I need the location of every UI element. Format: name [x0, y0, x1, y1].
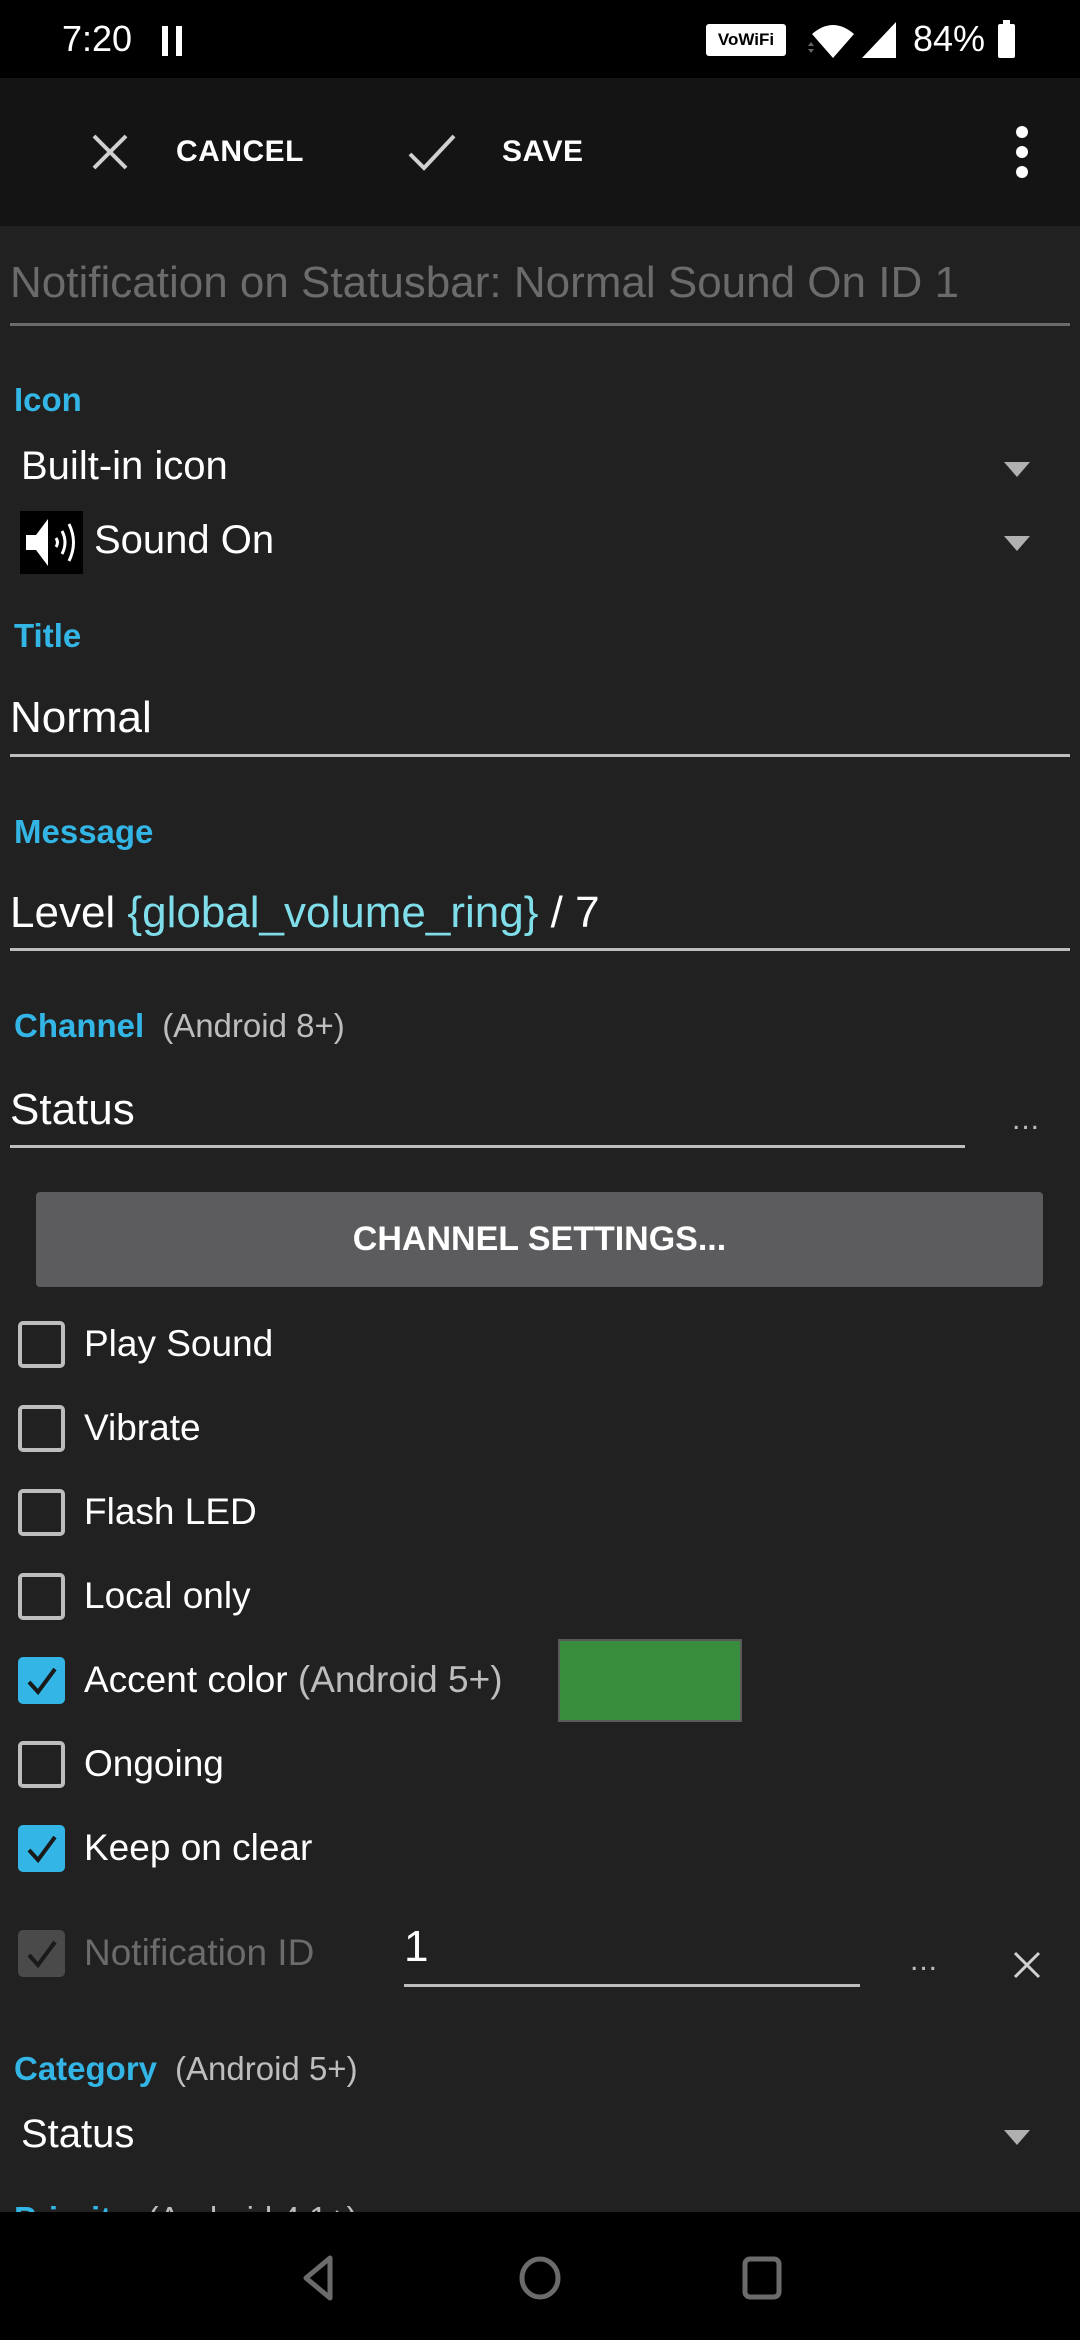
check-icon [27, 1667, 57, 1695]
pause-icon [162, 26, 184, 56]
accent-sublabel: (Android 5+) [297, 1659, 503, 1700]
task-name-input[interactable]: Notification on Statusbar: Normal Sound … [10, 258, 959, 308]
checkbox-notification-id[interactable]: Notification ID [18, 1923, 314, 1983]
category-sublabel: (Android 5+) [175, 2050, 358, 2087]
notification-id-more-button[interactable]: ... [910, 1944, 938, 1978]
name-underline [10, 323, 1070, 326]
category-label-text: Category [14, 2050, 158, 2087]
title-input[interactable]: Normal [10, 693, 152, 743]
channel-label-text: Channel [14, 1007, 145, 1044]
category-spinner[interactable]: Status [0, 2108, 1080, 2164]
save-button[interactable]: SAVE [408, 78, 583, 226]
recents-button[interactable] [734, 2250, 790, 2306]
message-section-label: Message [14, 813, 154, 850]
checkbox-box-checked[interactable] [18, 1824, 65, 1872]
checkbox-label: Notification ID [84, 1932, 315, 1973]
icon-select-spinner[interactable]: Sound On [0, 510, 1080, 576]
wifi-icon [806, 22, 860, 58]
back-icon [303, 2255, 333, 2301]
checkbox-box-checked[interactable] [18, 1656, 65, 1704]
battery-icon [998, 20, 1015, 58]
home-button[interactable] [512, 2250, 568, 2306]
title-section-label: Title [14, 617, 82, 654]
checkbox-box[interactable] [18, 1740, 65, 1788]
back-button[interactable] [292, 2250, 348, 2306]
checkbox-box[interactable] [18, 1320, 65, 1368]
clear-notification-id-button[interactable] [1012, 1950, 1042, 1980]
checkbox-box[interactable] [18, 1488, 65, 1536]
checkbox-play-sound[interactable]: Play Sound [18, 1314, 273, 1374]
checkbox-flash-led[interactable]: Flash LED [18, 1482, 257, 1542]
notification-id-underline [404, 1984, 860, 1987]
channel-section-label: Channel (Android 8+) [14, 1007, 345, 1045]
save-label: SAVE [502, 135, 584, 168]
check-icon [27, 1940, 57, 1968]
title-underline [10, 754, 1070, 757]
channel-settings-button[interactable]: CHANNEL SETTINGS... [36, 1192, 1043, 1287]
checkbox-label: Play Sound [84, 1323, 274, 1364]
navigation-bar [0, 2212, 1080, 2340]
icon-section-label: Icon [14, 381, 82, 418]
dropdown-caret-icon [1004, 2130, 1030, 2145]
dropdown-caret-icon [1004, 536, 1030, 551]
channel-more-button[interactable]: ... [1012, 1103, 1040, 1137]
cell-signal-icon [862, 22, 896, 58]
category-section-label: Category (Android 5+) [14, 2050, 358, 2088]
channel-input[interactable]: Status [10, 1085, 135, 1135]
checkbox-box[interactable] [18, 1404, 65, 1452]
vowifi-icon: VoWiFi [706, 24, 786, 56]
checkbox-label: Accent color (Android 5+) [84, 1659, 503, 1701]
recents-icon [742, 2256, 782, 2300]
checkbox-box-disabled[interactable] [18, 1929, 65, 1977]
checkbox-label: Ongoing [84, 1743, 224, 1784]
icon-type-spinner[interactable]: Built-in icon [0, 440, 1080, 496]
checkbox-label: Keep on clear [84, 1827, 313, 1868]
dropdown-caret-icon [1004, 462, 1030, 477]
home-icon [519, 2256, 561, 2300]
checkbox-local-only[interactable]: Local only [18, 1566, 251, 1626]
check-icon [27, 1835, 57, 1863]
speaker-icon [20, 511, 83, 574]
accent-color-swatch[interactable] [558, 1639, 742, 1722]
category-value: Status [21, 2112, 135, 2156]
battery-percent: 84% [913, 18, 986, 59]
more-vert-icon [1016, 126, 1028, 178]
notification-id-input[interactable]: 1 [404, 1922, 428, 1972]
status-bar: 7:20 VoWiFi 84% [0, 0, 1080, 78]
action-toolbar: CANCEL SAVE [0, 78, 1080, 226]
cancel-button[interactable]: CANCEL [90, 78, 304, 226]
message-input[interactable]: Level {global_volume_ring} / 7 [10, 888, 600, 938]
checkbox-accent-color[interactable]: Accent color (Android 5+) [18, 1650, 503, 1710]
status-time: 7:20 [62, 18, 133, 59]
checkbox-label: Local only [84, 1575, 251, 1616]
channel-underline [10, 1145, 965, 1148]
message-underline [10, 948, 1070, 951]
checkbox-ongoing[interactable]: Ongoing [18, 1734, 224, 1794]
checkbox-keep-on-clear[interactable]: Keep on clear [18, 1818, 312, 1878]
accent-label-text: Accent color [84, 1659, 288, 1700]
checkbox-vibrate[interactable]: Vibrate [18, 1398, 201, 1458]
checkbox-label: Vibrate [84, 1407, 201, 1448]
message-variable: {global_volume_ring} [127, 888, 539, 937]
channel-sublabel: (Android 8+) [162, 1007, 345, 1044]
message-text-suffix: / 7 [538, 888, 600, 937]
close-icon [1013, 1951, 1041, 1979]
icon-select-value: Sound On [94, 518, 275, 562]
more-options-button[interactable] [1000, 124, 1044, 180]
check-icon [408, 134, 456, 171]
cancel-label: CANCEL [176, 135, 304, 168]
message-text-prefix: Level [10, 888, 128, 937]
checkbox-label: Flash LED [84, 1491, 257, 1532]
checkbox-box[interactable] [18, 1572, 65, 1620]
icon-type-value: Built-in icon [21, 444, 228, 488]
close-icon [92, 134, 128, 170]
